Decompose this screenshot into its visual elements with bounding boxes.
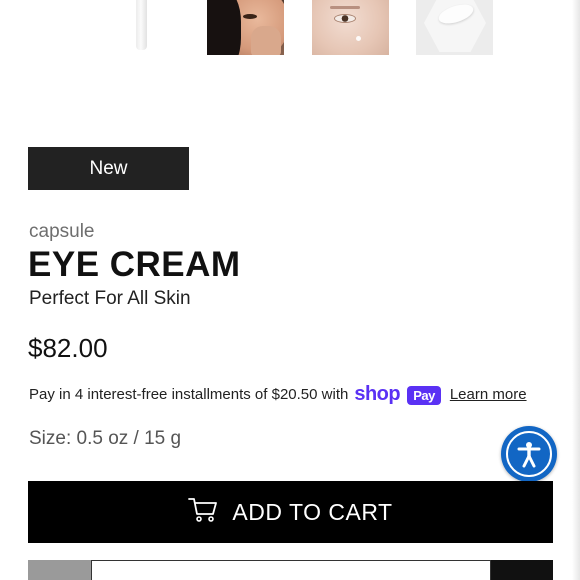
learn-more-link[interactable]: Learn more [450, 386, 527, 403]
thumbnail-texture[interactable] [416, 0, 493, 55]
accessibility-button[interactable] [501, 426, 557, 482]
product-subtitle: Perfect For All Skin [29, 288, 191, 309]
add-to-cart-button[interactable]: ADD TO CART [28, 481, 553, 543]
thumbnail-strip [0, 0, 580, 56]
add-to-cart-label: ADD TO CART [232, 498, 393, 525]
eyebrow-shape [330, 6, 360, 9]
product-price: $82.00 [28, 333, 108, 363]
quantity-increase-button[interactable] [491, 560, 553, 580]
scrollbar-edge [572, 0, 580, 580]
installments-text: Pay in 4 interest-free installments of $… [29, 385, 349, 403]
quantity-decrease-button[interactable] [28, 560, 91, 580]
product-size: Size: 0.5 oz / 15 g [29, 428, 182, 449]
quantity-selector [28, 560, 553, 580]
pay-pill: Pay [407, 385, 441, 405]
model-hand [251, 26, 281, 55]
thumbnail-eye-closeup[interactable] [312, 0, 389, 55]
thumbnail-model[interactable] [207, 0, 284, 55]
shop-word: shop [354, 382, 401, 405]
eye-shape [334, 14, 356, 23]
tube-image [136, 0, 147, 50]
cart-icon [188, 497, 218, 528]
model-hair [207, 0, 241, 55]
shop-pay-logo: shop Pay [354, 382, 441, 406]
new-badge: New [28, 147, 189, 190]
thumbnail-product-tube[interactable] [102, 0, 179, 55]
accessibility-icon [506, 431, 552, 477]
cream-dot [356, 36, 361, 41]
installments-message: Pay in 4 interest-free installments of $… [29, 381, 527, 407]
brand-name[interactable]: capsule [29, 221, 95, 243]
quantity-input[interactable] [91, 560, 491, 580]
model-eye [243, 14, 257, 19]
product-title: EYE CREAM [28, 245, 241, 284]
